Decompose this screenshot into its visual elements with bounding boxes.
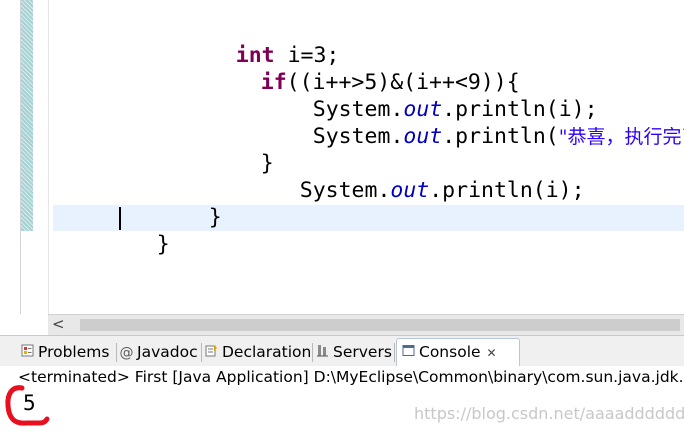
code-line-8: } (156, 232, 170, 257)
view-tab-bar: Problems @ Javadoc Declaration Servers Co… (0, 335, 684, 367)
tab-declaration[interactable]: Declaration (204, 340, 311, 364)
editor-overview-strip (21, 0, 33, 231)
code-line-1: int i=3; (235, 43, 340, 68)
editor-gutter-divider (48, 0, 49, 314)
tab-separator (116, 343, 117, 362)
declaration-icon (204, 341, 219, 365)
string-literal: "恭喜，执行完了条件 (558, 126, 684, 148)
tab-javadoc[interactable]: @ Javadoc (119, 340, 198, 364)
scrollbar-thumb[interactable] (80, 319, 680, 331)
tab-label: Problems (38, 343, 110, 361)
tab-separator (394, 343, 395, 362)
red-annotation-bracket (5, 385, 50, 426)
tab-separator (201, 343, 202, 362)
tab-label: Console (419, 343, 481, 361)
problems-icon (20, 341, 35, 365)
code-line-7: } (208, 205, 222, 230)
code-line-5: } (260, 151, 274, 176)
field-out: out (390, 178, 430, 203)
code-line-3: System.out.println(i); (312, 97, 598, 122)
editor-left-ruler (0, 0, 21, 314)
at-icon: @ (119, 345, 134, 361)
code-editor[interactable]: int i=3; if((i++>5)&(i++<9)){ System.out… (0, 0, 684, 314)
console-icon (401, 340, 416, 366)
code-line-4: System.out.println("恭喜，执行完了条件 (261, 98, 684, 149)
tab-label: Servers (333, 343, 392, 361)
tab-label: Declaration (222, 343, 312, 361)
field-out: out (403, 124, 443, 149)
servers-icon (315, 341, 330, 365)
code-line-2: if((i++>5)&(i++<9)){ (260, 70, 520, 95)
watermark-text: https://blog.csdn.net/aaaaddddddddd (414, 404, 684, 423)
tab-label: Javadoc (137, 343, 198, 361)
editor-horizontal-scrollbar[interactable]: < (48, 314, 684, 335)
tab-console[interactable]: Console ✕ (396, 338, 520, 366)
console-status-line: <terminated> First [Java Application] D:… (18, 368, 684, 386)
tab-separator (312, 343, 313, 362)
console-view[interactable]: <terminated> First [Java Application] D:… (0, 366, 684, 435)
scroll-left-button[interactable]: < (52, 315, 66, 335)
code-line-6: System.out.println(i); (299, 178, 585, 203)
tab-servers[interactable]: Servers (315, 340, 392, 364)
tab-problems[interactable]: Problems (20, 340, 109, 364)
close-icon[interactable]: ✕ (487, 346, 497, 360)
text-caret (119, 207, 121, 230)
